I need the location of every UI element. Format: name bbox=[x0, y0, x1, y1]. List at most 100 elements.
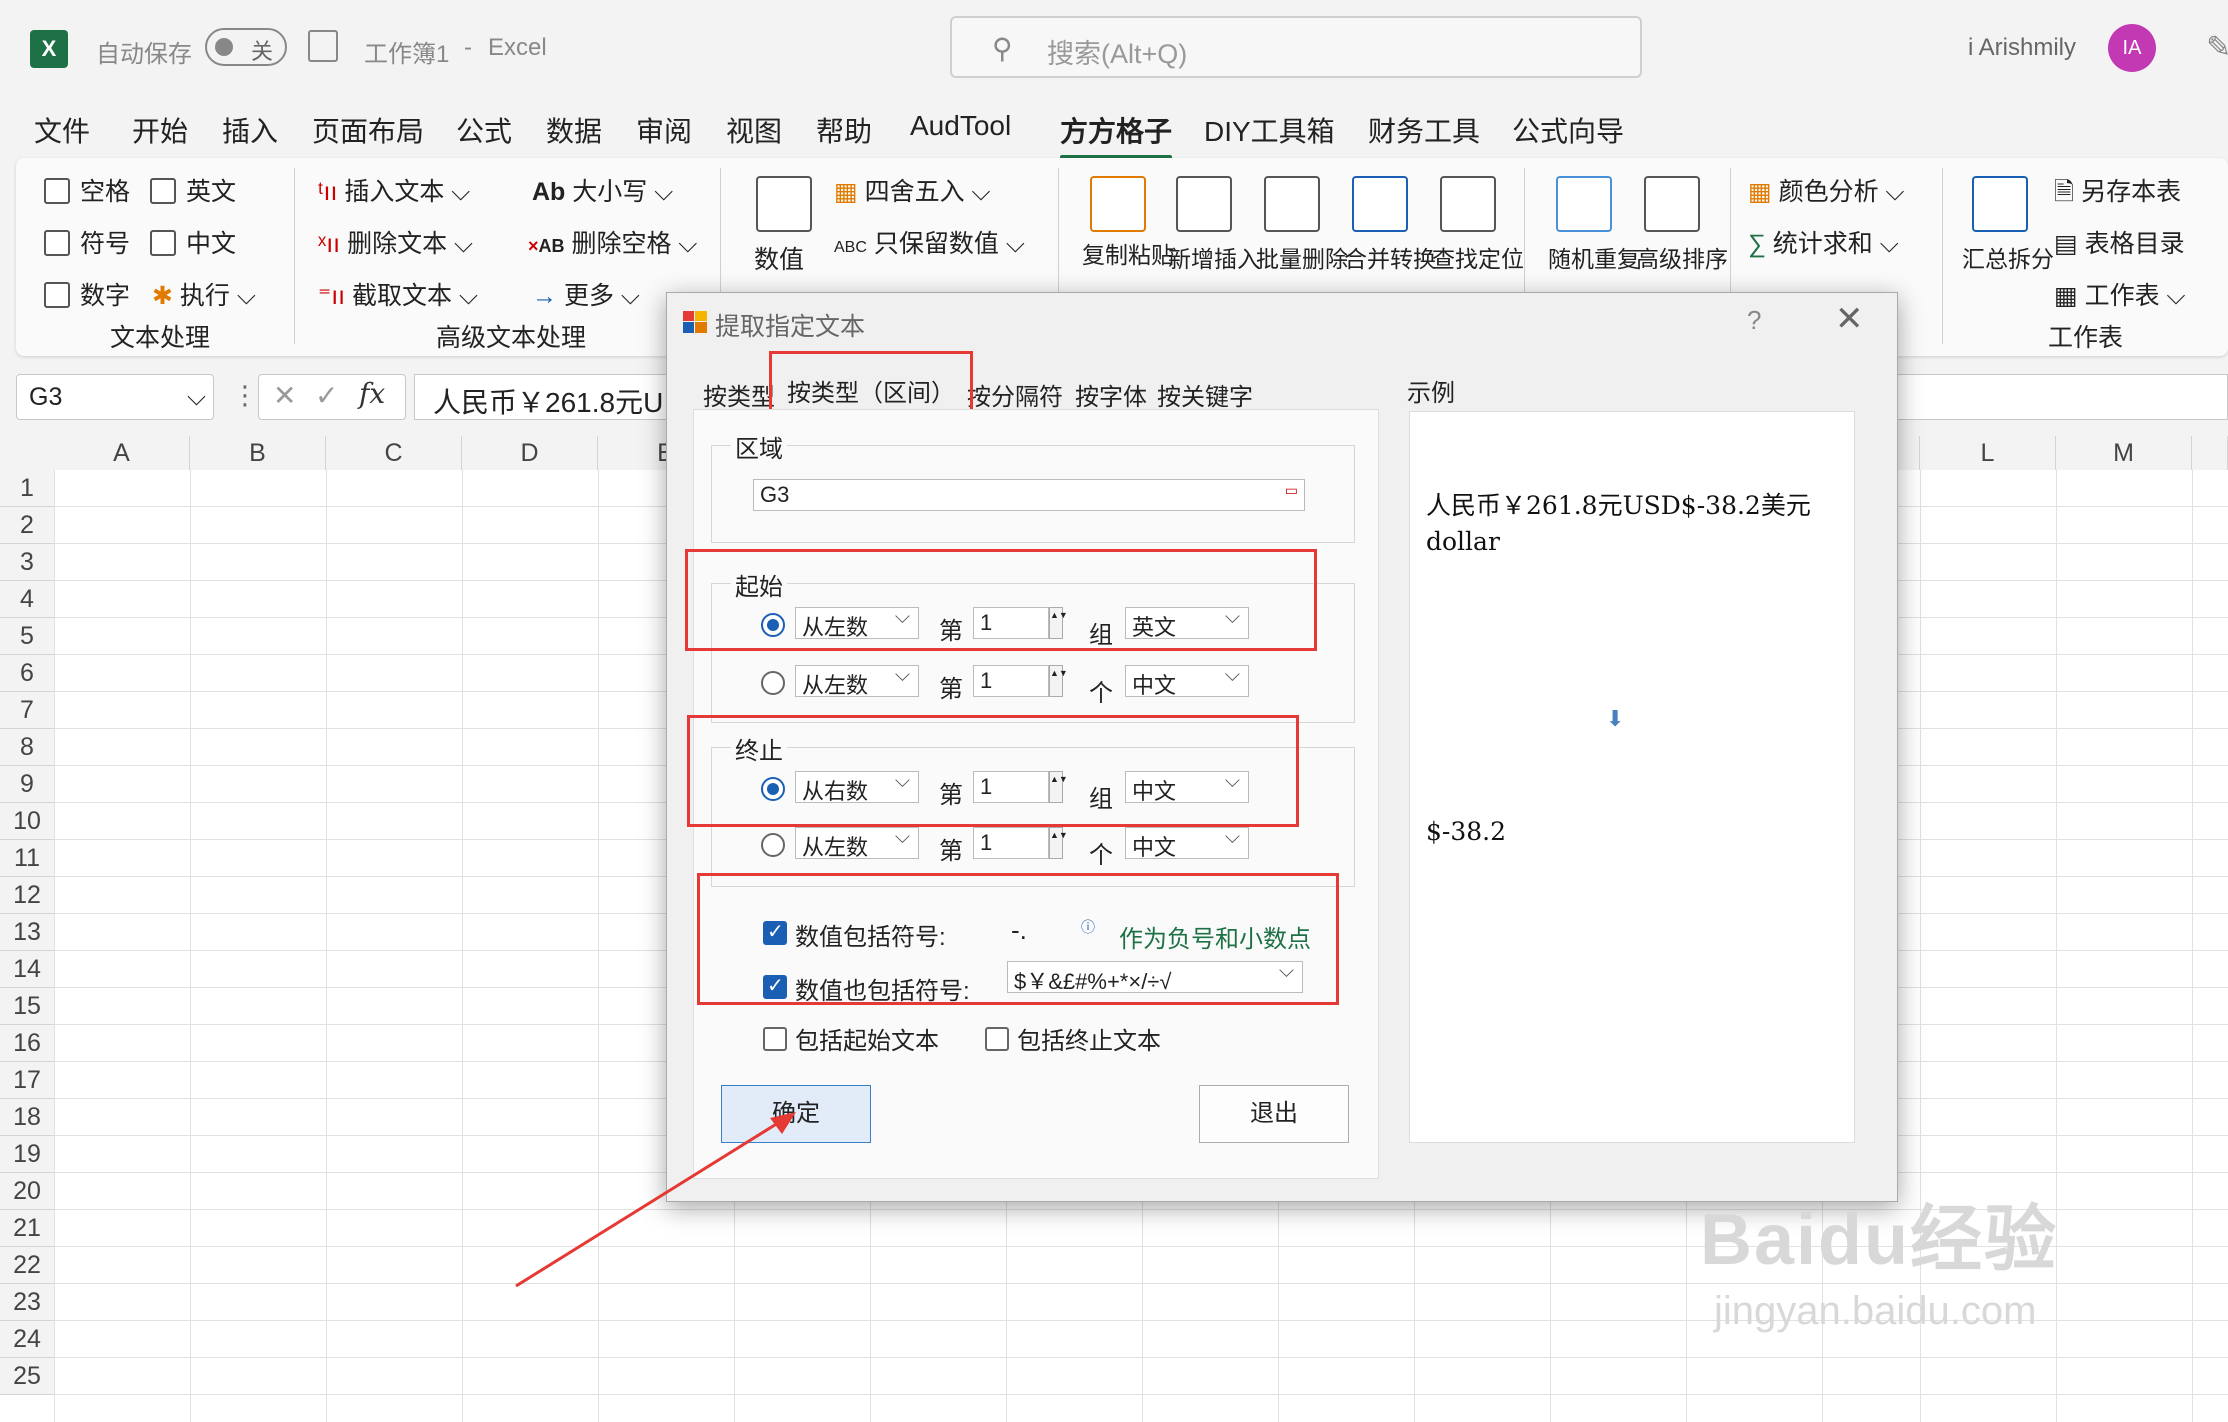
row-header[interactable]: 10 bbox=[0, 803, 54, 840]
tab-by-keyword[interactable]: 按关键字 bbox=[1157, 377, 1253, 412]
end-row2-radio[interactable] bbox=[761, 833, 785, 857]
batch-delete-button[interactable]: 批量删除 bbox=[1256, 240, 1348, 274]
copy-paste-button[interactable]: 复制粘贴 bbox=[1082, 240, 1174, 270]
row-header[interactable]: 5 bbox=[0, 618, 54, 655]
keep-numbers-button[interactable]: ABC 只保留数值 ⌵ bbox=[834, 224, 1025, 260]
start-row2-type-select[interactable]: 中文 bbox=[1125, 664, 1249, 698]
tab-by-separator[interactable]: 按分隔符 bbox=[967, 377, 1063, 412]
row-header[interactable]: 14 bbox=[0, 951, 54, 988]
checkbox-english[interactable]: 英文 bbox=[150, 172, 236, 208]
more-button[interactable]: → 更多 ⌵ bbox=[532, 276, 640, 312]
worksheet-button[interactable]: ▦ 工作表 ⌵ bbox=[2054, 276, 2186, 312]
autosave-toggle[interactable]: 关 bbox=[205, 28, 287, 66]
new-insert-button[interactable]: 新增插入 bbox=[1168, 240, 1260, 274]
row-header[interactable]: 9 bbox=[0, 766, 54, 803]
row-header[interactable]: 24 bbox=[0, 1321, 54, 1358]
summary-split-button[interactable]: 汇总拆分 bbox=[1962, 240, 2054, 274]
row-header[interactable]: 6 bbox=[0, 655, 54, 692]
row-header[interactable]: 23 bbox=[0, 1284, 54, 1321]
row-header[interactable]: 17 bbox=[0, 1062, 54, 1099]
row-header[interactable]: 4 bbox=[0, 581, 54, 618]
case-button[interactable]: Ab 大小写 ⌵ bbox=[532, 172, 673, 208]
end-row2-number-input[interactable]: 1 bbox=[973, 827, 1049, 859]
fx-icon[interactable]: fx bbox=[359, 377, 385, 410]
row-header[interactable]: 25 bbox=[0, 1358, 54, 1395]
tab-review[interactable]: 审阅 bbox=[636, 110, 692, 150]
row-header[interactable]: 22 bbox=[0, 1247, 54, 1284]
merge-convert-button[interactable]: 合并转换 bbox=[1344, 240, 1436, 274]
round-button[interactable]: ▦ 四舍五入 ⌵ bbox=[834, 172, 991, 208]
start-row2-number-input[interactable]: 1 bbox=[973, 665, 1049, 697]
tab-page-layout[interactable]: 页面布局 bbox=[312, 110, 424, 150]
random-repeat-button[interactable]: 随机重复 bbox=[1548, 240, 1640, 274]
extract-text-button[interactable]: ⁼ıı 截取文本 ⌵ bbox=[318, 276, 478, 312]
range-picker-icon[interactable]: ▭ bbox=[1285, 482, 1298, 499]
search-box[interactable]: ⚲ 搜索(Alt+Q) bbox=[950, 16, 1642, 78]
column-header[interactable]: D bbox=[462, 436, 598, 470]
tab-help[interactable]: 帮助 bbox=[816, 110, 872, 150]
column-header[interactable]: A bbox=[54, 436, 190, 470]
row-header[interactable]: 12 bbox=[0, 877, 54, 914]
column-header[interactable]: B bbox=[190, 436, 326, 470]
confirm-icon[interactable]: ✓ bbox=[315, 379, 338, 412]
save-icon[interactable] bbox=[308, 30, 338, 62]
end-row2-direction-select[interactable]: 从左数 bbox=[795, 826, 919, 860]
numeric-button[interactable]: 数值 bbox=[754, 240, 804, 276]
start-row2-direction-select[interactable]: 从左数 bbox=[795, 664, 919, 698]
row-header[interactable]: 1 bbox=[0, 470, 54, 507]
checkbox-symbol[interactable]: 符号 bbox=[44, 224, 130, 260]
close-icon[interactable]: ✕ bbox=[1835, 299, 1864, 339]
tab-file[interactable]: 文件 bbox=[34, 110, 90, 150]
name-box[interactable]: G3 ⌵ bbox=[16, 374, 214, 420]
delete-text-button[interactable]: ˣıı 删除文本 ⌵ bbox=[318, 224, 473, 260]
tab-fangfang[interactable]: 方方格子 bbox=[1060, 110, 1173, 160]
checkbox-chinese[interactable]: 中文 bbox=[150, 224, 236, 260]
insert-text-button[interactable]: ᵗıı 插入文本 ⌵ bbox=[318, 172, 470, 208]
tab-view[interactable]: 视图 bbox=[726, 110, 782, 150]
spinner-icon[interactable]: ▲▼ bbox=[1049, 827, 1068, 859]
row-header[interactable]: 7 bbox=[0, 692, 54, 729]
spinner-icon[interactable]: ▲▼ bbox=[1049, 665, 1068, 697]
include-start-text-checkbox[interactable] bbox=[763, 1027, 787, 1051]
row-header[interactable]: 11 bbox=[0, 840, 54, 877]
pen-icon[interactable]: ✎ bbox=[2206, 30, 2228, 65]
delete-space-button[interactable]: ×AB 删除空格 ⌵ bbox=[528, 224, 697, 260]
tab-insert[interactable]: 插入 bbox=[222, 110, 278, 150]
row-header[interactable]: 16 bbox=[0, 1025, 54, 1062]
cancel-icon[interactable]: ✕ bbox=[273, 379, 296, 412]
avatar[interactable]: IA bbox=[2108, 24, 2156, 72]
include-end-text-checkbox[interactable] bbox=[985, 1027, 1009, 1051]
tab-formula-wizard[interactable]: 公式向导 bbox=[1512, 110, 1624, 150]
row-header[interactable]: 20 bbox=[0, 1173, 54, 1210]
sum-stats-button[interactable]: ∑ 统计求和 ⌵ bbox=[1748, 224, 1899, 260]
execute-button[interactable]: ✱ 执行 ⌵ bbox=[152, 276, 256, 312]
tab-by-type[interactable]: 按类型 bbox=[703, 377, 775, 412]
more-dots-icon[interactable]: ⋮ bbox=[232, 380, 258, 411]
column-header[interactable]: M bbox=[2056, 436, 2192, 470]
exit-button[interactable]: 退出 bbox=[1199, 1085, 1349, 1143]
checkbox-number[interactable]: 数字 bbox=[44, 276, 130, 312]
column-header[interactable]: L bbox=[1920, 436, 2056, 470]
region-input[interactable]: G3 ▭ bbox=[753, 479, 1305, 511]
row-header[interactable]: 2 bbox=[0, 507, 54, 544]
row-header[interactable]: 8 bbox=[0, 729, 54, 766]
row-header[interactable]: 13 bbox=[0, 914, 54, 951]
column-header-partial[interactable] bbox=[2192, 436, 2228, 470]
chevron-down-icon[interactable]: ⌵ bbox=[187, 383, 206, 412]
help-icon[interactable]: ? bbox=[1747, 305, 1761, 336]
start-row2-radio[interactable] bbox=[761, 671, 785, 695]
row-header[interactable]: 18 bbox=[0, 1099, 54, 1136]
tab-finance-tools[interactable]: 财务工具 bbox=[1368, 110, 1480, 150]
row-header[interactable]: 19 bbox=[0, 1136, 54, 1173]
row-header[interactable]: 15 bbox=[0, 988, 54, 1025]
tab-data[interactable]: 数据 bbox=[546, 110, 602, 150]
row-header[interactable]: 3 bbox=[0, 544, 54, 581]
column-header[interactable]: C bbox=[326, 436, 462, 470]
tab-audtool[interactable]: AudTool bbox=[910, 110, 1011, 142]
tab-diy-toolbox[interactable]: DIY工具箱 bbox=[1204, 110, 1335, 150]
checkbox-space[interactable]: 空格 bbox=[44, 172, 130, 208]
select-all-corner[interactable] bbox=[0, 436, 54, 470]
find-locate-button[interactable]: 查找定位 bbox=[1432, 240, 1524, 274]
end-row2-type-select[interactable]: 中文 bbox=[1125, 826, 1249, 860]
advanced-sort-button[interactable]: 高级排序 bbox=[1636, 240, 1728, 274]
